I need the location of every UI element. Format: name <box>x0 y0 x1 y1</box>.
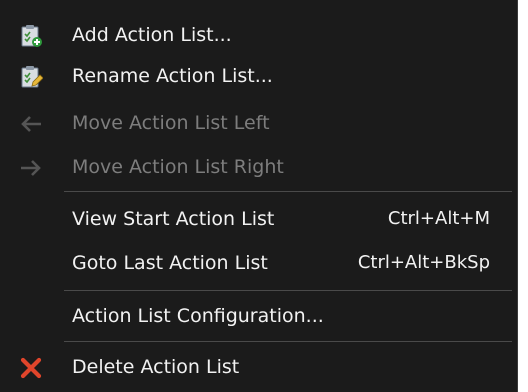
menu-item-move-action-list-left[interactable]: Move Action List Left <box>0 103 517 143</box>
menu-item-label: Goto Last Action List <box>72 252 268 274</box>
menu-item-add-action-list[interactable]: Add Action List... <box>0 15 517 55</box>
menu-item-delete-action-list[interactable]: Delete Action List <box>0 347 517 387</box>
context-menu: Add Action List... Rename Action List...… <box>0 0 518 392</box>
menu-item-label: Move Action List Right <box>72 156 284 178</box>
menu-item-label: Rename Action List... <box>72 65 273 87</box>
menu-item-rename-action-list[interactable]: Rename Action List... <box>0 56 517 96</box>
menu-separator <box>64 191 512 192</box>
menu-item-action-list-configuration[interactable]: Action List Configuration... <box>0 296 517 336</box>
menu-separator <box>64 341 512 342</box>
menu-item-label: View Start Action List <box>72 208 275 230</box>
menu-item-goto-last-action-list[interactable]: Goto Last Action List Ctrl+Alt+BkSp <box>0 243 517 283</box>
clipboard-add-icon <box>19 24 43 48</box>
menu-item-shortcut: Ctrl+Alt+BkSp <box>357 252 490 273</box>
menu-item-view-start-action-list[interactable]: View Start Action List Ctrl+Alt+M <box>0 199 517 239</box>
clipboard-edit-icon <box>19 65 44 89</box>
menu-separator <box>64 290 512 291</box>
arrow-right-icon <box>19 156 43 180</box>
red-x-delete-icon <box>19 356 43 380</box>
menu-item-label: Move Action List Left <box>72 112 270 134</box>
menu-item-label: Add Action List... <box>72 24 232 46</box>
menu-item-label: Delete Action List <box>72 356 240 378</box>
menu-item-move-action-list-right[interactable]: Move Action List Right <box>0 147 517 187</box>
arrow-left-icon <box>19 112 43 136</box>
menu-item-shortcut: Ctrl+Alt+M <box>387 208 490 229</box>
menu-item-label: Action List Configuration... <box>72 305 324 327</box>
